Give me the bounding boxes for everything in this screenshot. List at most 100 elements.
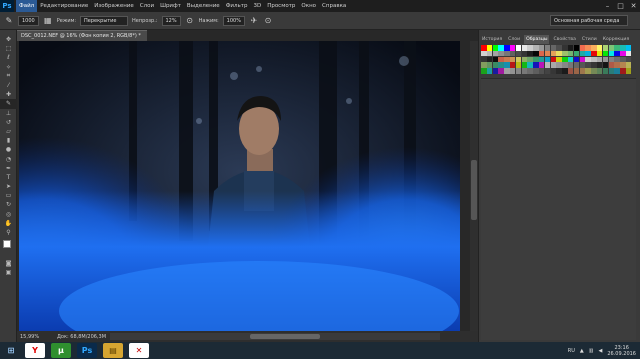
swatch[interactable] xyxy=(538,62,545,68)
brush-size-picker[interactable]: 1000 xyxy=(18,15,39,26)
3d-rotate-icon[interactable]: ↻ xyxy=(0,200,17,209)
swatch[interactable] xyxy=(538,45,545,51)
swatch[interactable] xyxy=(509,68,516,74)
swatch[interactable] xyxy=(585,45,591,51)
swatch[interactable] xyxy=(521,56,528,63)
swatch[interactable] xyxy=(550,56,557,63)
pressure-size-icon[interactable]: ⊙ xyxy=(263,16,273,26)
swatch[interactable] xyxy=(550,62,557,68)
menu-select[interactable]: Выделение xyxy=(184,0,223,12)
swatch[interactable] xyxy=(515,68,522,74)
lasso-icon[interactable]: ℓ xyxy=(0,53,17,62)
menu-help[interactable]: Справка xyxy=(319,0,349,12)
swatch[interactable] xyxy=(567,50,574,57)
quick-mask-icon[interactable]: ◙ xyxy=(0,259,17,268)
healing-icon[interactable]: ✚ xyxy=(0,90,17,99)
color-swatches[interactable] xyxy=(0,237,16,259)
swatch[interactable] xyxy=(608,68,615,74)
swatch[interactable] xyxy=(498,56,504,63)
photoshop-button[interactable]: Ps xyxy=(77,343,97,358)
swatch[interactable] xyxy=(556,68,562,74)
swatch[interactable] xyxy=(550,50,557,57)
tab-properties[interactable]: Свойства xyxy=(551,35,577,44)
swatch[interactable] xyxy=(486,68,493,74)
swatch[interactable] xyxy=(486,56,493,63)
swatch[interactable] xyxy=(562,45,568,51)
pen-icon[interactable]: ✒ xyxy=(0,164,17,173)
start-button[interactable]: ⊞ xyxy=(3,343,19,358)
close-button[interactable]: ✕ xyxy=(627,0,640,12)
yandex-browser-button[interactable]: Y xyxy=(25,343,45,358)
swatch[interactable] xyxy=(498,68,504,74)
swatch[interactable] xyxy=(591,62,597,68)
swatch[interactable] xyxy=(608,62,615,68)
swatch[interactable] xyxy=(591,56,597,63)
menu-type[interactable]: Шрифт xyxy=(157,0,184,12)
workspace-select[interactable]: Основная рабочая среда xyxy=(550,15,628,26)
swatch[interactable] xyxy=(556,50,562,57)
swatch[interactable] xyxy=(625,56,632,63)
swatch[interactable] xyxy=(492,56,499,63)
swatch[interactable] xyxy=(573,50,580,57)
tab-swatches[interactable]: Образцы xyxy=(524,35,550,44)
swatch[interactable] xyxy=(486,50,493,57)
swatch[interactable] xyxy=(614,62,620,68)
shape-icon[interactable]: ▭ xyxy=(0,191,17,200)
menu-edit[interactable]: Редактирование xyxy=(37,0,91,12)
document-canvas[interactable] xyxy=(19,41,460,331)
swatch[interactable] xyxy=(620,62,626,68)
swatch[interactable] xyxy=(544,50,551,57)
swatch[interactable] xyxy=(625,50,632,57)
tab-styles[interactable]: Стили xyxy=(580,35,599,44)
swatch[interactable] xyxy=(573,56,580,63)
swatch[interactable] xyxy=(538,50,545,57)
swatch[interactable] xyxy=(498,45,504,51)
swatch[interactable] xyxy=(498,62,504,68)
swatch[interactable] xyxy=(533,50,539,57)
swatch[interactable] xyxy=(620,45,626,51)
swatch[interactable] xyxy=(509,56,516,63)
swatch[interactable] xyxy=(562,62,568,68)
swatch[interactable] xyxy=(585,50,591,57)
swatch[interactable] xyxy=(538,68,545,74)
swatch[interactable] xyxy=(544,68,551,74)
eyedropper-icon[interactable]: ⁄ xyxy=(0,81,17,90)
swatch[interactable] xyxy=(527,50,533,57)
swatch[interactable] xyxy=(567,56,574,63)
explorer-button[interactable]: ▤ xyxy=(103,343,123,358)
swatch[interactable] xyxy=(591,50,597,57)
swatch[interactable] xyxy=(486,62,493,68)
minimize-button[interactable]: – xyxy=(601,0,614,12)
swatch[interactable] xyxy=(481,50,487,57)
swatch[interactable] xyxy=(515,62,522,68)
swatch[interactable] xyxy=(625,68,632,74)
swatch[interactable] xyxy=(533,45,539,51)
swatch[interactable] xyxy=(504,62,510,68)
quick-select-icon[interactable]: ✧ xyxy=(0,63,17,72)
eraser-icon[interactable]: ▱ xyxy=(0,127,17,136)
zoom-icon[interactable]: ⚲ xyxy=(0,228,17,237)
swatch[interactable] xyxy=(504,56,510,63)
swatch[interactable] xyxy=(591,45,597,51)
swatch[interactable] xyxy=(620,56,626,63)
swatch[interactable] xyxy=(614,68,620,74)
swatch[interactable] xyxy=(591,68,597,74)
swatch[interactable] xyxy=(567,68,574,74)
swatch[interactable] xyxy=(579,68,586,74)
swatch[interactable] xyxy=(533,62,539,68)
hand-icon[interactable]: ✋ xyxy=(0,219,17,228)
swatch[interactable] xyxy=(550,68,557,74)
swatch[interactable] xyxy=(614,45,620,51)
type-icon[interactable]: T xyxy=(0,173,17,182)
pressure-opacity-icon[interactable]: ⊙ xyxy=(185,16,195,26)
swatch[interactable] xyxy=(515,45,522,51)
blur-icon[interactable]: ● xyxy=(0,145,17,154)
swatch[interactable] xyxy=(608,50,615,57)
swatch[interactable] xyxy=(533,56,539,63)
swatch[interactable] xyxy=(492,50,499,57)
swatch[interactable] xyxy=(562,56,568,63)
menu-image[interactable]: Изображение xyxy=(91,0,137,12)
horizontal-scroll-thumb[interactable] xyxy=(250,334,320,339)
swatch[interactable] xyxy=(579,45,586,51)
swatch[interactable] xyxy=(579,50,586,57)
